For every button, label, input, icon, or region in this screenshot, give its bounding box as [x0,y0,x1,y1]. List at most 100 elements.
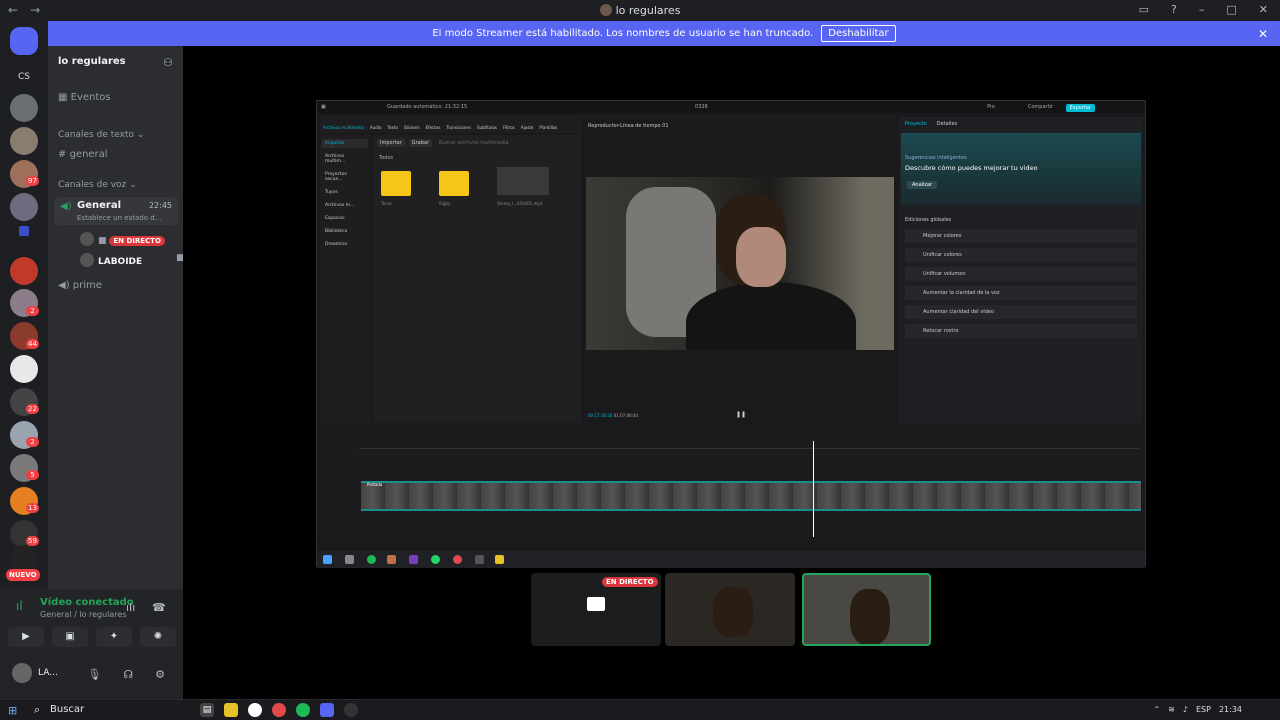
clock[interactable]: 21:34 [1219,705,1242,714]
username: LA... [38,668,58,678]
voice-location[interactable]: General / lo regulares [40,610,126,619]
microphone-icon[interactable]: 🎙 [87,668,101,681]
record-button[interactable]: Grabar [408,139,433,147]
voice-user-1[interactable]: ■ EN DIRECTO [80,232,165,246]
option-unify-colors[interactable]: Unificar colores [905,248,1137,262]
language[interactable]: ESP [1196,705,1211,714]
noise-suppression-icon[interactable]: ıIı [126,601,135,614]
tool-filters[interactable]: Filtros [503,115,515,133]
events-item[interactable]: ▦ Eventos [58,92,111,103]
option-enhance-colors[interactable]: Mejorar colores [905,229,1137,243]
option-unify-volume[interactable]: Unificar volumen [905,267,1137,281]
streamer-mode-banner: El modo Streamer está habilitado. Los no… [48,21,1280,46]
app-icon[interactable] [344,703,358,717]
participant-tile-stream[interactable]: EN DIRECTO [531,573,661,646]
camera-button[interactable]: ▶ [8,627,44,647]
taskbar-search[interactable]: Buscar [32,704,84,715]
tool-transitions[interactable]: Transiciones [446,115,471,133]
chevron-up-icon[interactable]: ⌃ [1153,705,1160,714]
tab-project[interactable]: Proyecto [905,121,927,127]
tool-stickers[interactable]: Stickers [404,115,420,133]
tool-audio[interactable]: Audio [370,115,381,133]
soundboard-button[interactable]: ✺ [140,627,176,647]
screen-share-button[interactable]: ▣ [52,627,88,647]
tool-subtitles[interactable]: Subtítulos [477,115,497,133]
disable-button[interactable]: Deshabilitar [821,25,896,42]
nav-import[interactable]: Importar [322,139,368,148]
tool-adjust[interactable]: Ajuste [521,115,534,133]
nav-spaces[interactable]: Espacios [322,214,368,223]
nav-media-2[interactable]: Archivos m... [322,201,368,210]
nav-yours[interactable]: Tuyos [322,188,368,197]
media-search[interactable]: Buscar archivos multimedia [436,139,512,147]
server-name[interactable]: lo regulares [58,56,126,67]
nav-secondary-projects[interactable]: Proyectos secun... [322,170,368,184]
settings-gear-icon[interactable]: ⚙ [155,668,165,681]
headphones-icon[interactable]: ☊ [123,668,133,681]
invite-icon[interactable]: ⚇ [163,56,173,69]
share-button[interactable]: Compartir [1028,104,1053,110]
help-icon[interactable]: ? [1171,3,1177,16]
spotify-icon[interactable] [296,703,310,717]
tool-effects[interactable]: Efectos [426,115,441,133]
windows-start-icon[interactable]: ⊞ [8,704,17,717]
tool-media[interactable]: Archivos multimedia [323,115,364,133]
option-video-clarity[interactable]: Aumentar claridad del vídeo [905,305,1137,319]
activities-button[interactable]: ✦ [96,627,132,647]
capcut-icon[interactable] [248,703,262,717]
tool-templates[interactable]: Plantillas [539,115,557,133]
folder-icon[interactable] [439,171,469,196]
voice-channel-status[interactable]: Establece un estado d... [77,214,161,222]
whatsapp-icon [431,555,440,564]
video-thumbnail[interactable] [497,167,549,195]
user-panel[interactable]: LA... [12,663,58,683]
inbox-icon[interactable]: ▭ [1139,3,1149,16]
channel-general[interactable]: # general [58,149,108,160]
disconnect-icon[interactable]: ☎ [152,601,166,614]
server-avatar-8[interactable] [10,355,38,383]
voice-category[interactable]: Canales de voz ⌄ [58,180,137,190]
capcut-window[interactable]: ▣ Guardado automático: 21:32:15 0328 Pro… [316,100,1146,568]
chrome-icon[interactable] [272,703,286,717]
discord-icon[interactable] [320,703,334,717]
voice-channel-general[interactable]: ◀) General 22:45 Establece un estado d..… [54,197,178,225]
file-explorer-icon[interactable] [224,703,238,717]
nav-dreamina[interactable]: Dreamina [322,240,368,249]
maximize-icon[interactable]: □ [1226,3,1236,16]
folder-icon[interactable] [381,171,411,196]
text-category[interactable]: Canales de texto ⌄ [58,130,144,140]
server-avatar-4[interactable] [10,193,38,221]
voice-channel-prime[interactable]: ◀) prime [58,280,102,291]
analyze-button[interactable]: Analizar [907,181,938,189]
playhead[interactable] [813,441,814,537]
tool-text[interactable]: Texto [387,115,398,133]
option-voice-clarity[interactable]: Aumentar la claridad de la voz [905,286,1137,300]
tab-details[interactable]: Detalles [937,121,957,127]
pro-label[interactable]: Pro [987,104,995,110]
option-retouch-face[interactable]: Retocar rostro [905,324,1137,338]
participant-tile-speaking[interactable] [802,573,931,646]
participant-tile-camera[interactable] [665,573,795,646]
video-track[interactable] [361,481,1141,511]
server-avatar-5[interactable] [10,257,38,285]
close-window-icon[interactable]: ✕ [1259,3,1268,16]
nav-library[interactable]: Biblioteca [322,227,368,236]
close-banner-icon[interactable]: ✕ [1258,27,1268,41]
nav-media[interactable]: Archivos multim... [322,152,368,166]
pause-icon[interactable]: ❚❚ [736,411,746,418]
task-view-icon[interactable]: ▤ [200,703,214,717]
live-badge: EN DIRECTO [602,577,658,587]
server-avatar-2[interactable] [10,127,38,155]
minimize-icon[interactable]: – [1199,3,1205,16]
server-avatar-1[interactable] [10,94,38,122]
media-item-label: Rigby [439,201,451,206]
folder-icon[interactable] [19,226,29,236]
export-button[interactable]: Exportar [1065,104,1095,112]
timeline[interactable]: Portada [319,427,1145,537]
wifi-icon[interactable]: ≋ [1168,705,1175,714]
voice-user-2[interactable]: LABOIDE ■ [80,253,185,267]
volume-icon[interactable]: ♪ [1183,705,1188,714]
import-button[interactable]: Importar [377,139,405,147]
discord-home-icon[interactable] [10,27,38,55]
server-cs[interactable]: CS [10,63,38,91]
